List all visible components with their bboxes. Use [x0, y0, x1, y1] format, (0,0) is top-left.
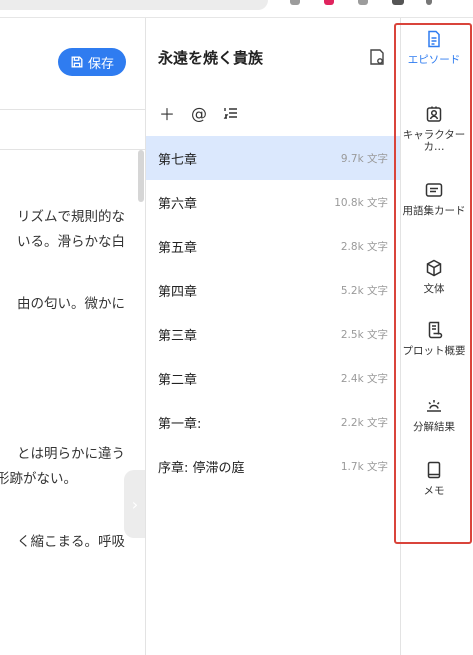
chapter-char-count: 9.7k 文字	[340, 152, 388, 165]
chapter-item[interactable]: 第五章 2.8k 文字	[146, 224, 400, 268]
chapter-item[interactable]: 第六章 10.8k 文字	[146, 180, 400, 224]
rail-item-label: 用語集カード	[402, 205, 466, 217]
chapter-char-count: 2.5k 文字	[340, 328, 388, 341]
extension-icon[interactable]	[358, 0, 368, 5]
rail-item-glossary-card[interactable]: 用語集カード	[401, 180, 467, 217]
chapter-item[interactable]: 第七章 9.7k 文字	[146, 136, 400, 180]
chapter-item[interactable]: 第四章 5.2k 文字	[146, 268, 400, 312]
extension-icon[interactable]	[290, 0, 300, 5]
rail-item-label: プロット概要	[402, 345, 466, 357]
editor-text-line[interactable]: とは明らかに違う	[0, 442, 125, 467]
editor-subheader	[0, 110, 145, 150]
rail-item-character-card[interactable]: キャラクターカ…	[401, 104, 467, 153]
chapter-item[interactable]: 序章: 停滞の庭 1.7k 文字	[146, 444, 400, 488]
chapter-char-count: 2.2k 文字	[340, 416, 388, 429]
chapter-name: 第二章	[158, 372, 198, 388]
browser-top-strip	[0, 0, 473, 18]
chapter-item[interactable]: 第三章 2.5k 文字	[146, 312, 400, 356]
editor-scrollbar[interactable]	[138, 150, 144, 202]
document-icon	[428, 30, 440, 48]
rail-item-label: キャラクターカ…	[402, 129, 466, 153]
rail-item-episode[interactable]: エピソード	[401, 29, 467, 66]
chapter-char-count: 5.2k 文字	[340, 284, 388, 297]
editor-text-line[interactable]: 形跡がない。	[0, 467, 77, 492]
tool-rail: エピソード キャラクターカ… 用語集カード 文体 プロット概要 分解結果 メモ	[394, 18, 473, 655]
editor-pane: 保存 リズムで規則的な いる。滑らかな白 由の匂い。微かに とは明らかに違う 形…	[0, 18, 146, 655]
document-settings-icon[interactable]	[368, 48, 386, 66]
chapter-item[interactable]: 第一章: 2.2k 文字	[146, 400, 400, 444]
chapter-item[interactable]: 第二章 2.4k 文字	[146, 356, 400, 400]
rail-item-label: 文体	[423, 283, 445, 295]
panel-collapse-handle[interactable]: ›	[124, 470, 145, 538]
extension-icon[interactable]	[324, 0, 334, 5]
chapter-char-count: 1.7k 文字	[340, 460, 388, 473]
save-button-label: 保存	[87, 56, 114, 72]
chapter-char-count: 2.4k 文字	[340, 372, 388, 385]
add-icon[interactable]: ＋	[158, 104, 176, 124]
glossary-card-icon	[425, 183, 443, 197]
rail-item-label: メモ	[423, 485, 445, 497]
chapter-name: 第一章:	[158, 416, 202, 432]
rail-item-label: 分解結果	[413, 421, 455, 433]
chapter-panel: 永遠を焼く貴族 ＋ @ 第七章 9.7k 文字 第六章 10.8k 文字 第五章…	[146, 18, 401, 655]
breakdown-icon	[427, 400, 441, 412]
editor-text-line[interactable]: く縮こまる。呼吸	[0, 530, 125, 555]
address-bar-edge[interactable]	[0, 0, 268, 10]
mention-icon[interactable]: @	[190, 104, 208, 123]
chapter-char-count: 10.8k 文字	[334, 196, 388, 209]
save-button[interactable]: 保存	[58, 48, 126, 76]
chapter-list: 第七章 9.7k 文字 第六章 10.8k 文字 第五章 2.8k 文字 第四章…	[146, 136, 400, 488]
rail-item-breakdown[interactable]: 分解結果	[401, 396, 467, 433]
chapter-name: 序章: 停滞の庭	[158, 460, 245, 476]
work-title: 永遠を焼く貴族	[158, 49, 264, 67]
rail-item-label: エピソード	[407, 54, 461, 66]
chapter-toolbar: ＋ @	[158, 104, 240, 124]
character-card-icon	[426, 106, 442, 122]
chapter-name: 第七章	[158, 152, 198, 168]
chapter-name: 第四章	[158, 284, 198, 300]
chapter-name: 第五章	[158, 240, 198, 256]
rail-item-style[interactable]: 文体	[401, 258, 467, 295]
cube-icon	[426, 259, 442, 277]
chapter-name: 第三章	[158, 328, 198, 344]
rail-item-memo[interactable]: メモ	[401, 460, 467, 497]
scroll-icon	[428, 321, 443, 339]
editor-text-line[interactable]: 由の匂い。微かに	[0, 292, 125, 317]
save-icon	[71, 56, 83, 68]
editor-header: 保存	[0, 18, 145, 110]
chapter-name: 第六章	[158, 196, 198, 212]
menu-icon[interactable]	[426, 0, 432, 5]
ordered-list-icon[interactable]	[222, 104, 240, 122]
rail-item-plot-summary[interactable]: プロット概要	[401, 320, 467, 357]
notebook-icon	[427, 461, 441, 479]
editor-text-line[interactable]: いる。滑らかな白	[0, 230, 125, 255]
editor-text-line[interactable]: リズムで規則的な	[0, 205, 125, 230]
profile-icon[interactable]	[392, 0, 404, 5]
chapter-char-count: 2.8k 文字	[340, 240, 388, 253]
chevron-right-icon: ›	[131, 494, 139, 514]
